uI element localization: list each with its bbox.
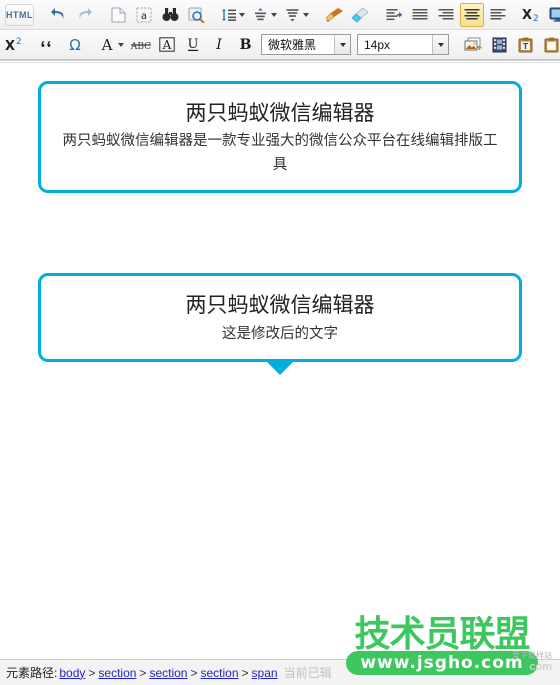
- toolbar-row-2: X2 Ω A ABC A U I B 微软雅黑 14px T: [0, 30, 560, 60]
- triangle-down-icon: [264, 358, 296, 375]
- underline-icon[interactable]: U: [181, 33, 205, 57]
- font-family-value: 微软雅黑: [268, 38, 317, 52]
- svg-text:a: a: [141, 11, 147, 22]
- breadcrumb-separator: >: [241, 665, 249, 680]
- chevron-down-icon[interactable]: [239, 12, 245, 17]
- breadcrumb-separator: >: [190, 665, 198, 680]
- svg-text:ABC: ABC: [130, 42, 151, 52]
- special-character-omega-icon[interactable]: Ω: [63, 33, 87, 57]
- breadcrumb-section-1[interactable]: section: [98, 666, 136, 680]
- paste-icon[interactable]: [539, 33, 560, 57]
- svg-text:U: U: [188, 37, 199, 52]
- italic-icon[interactable]: I: [207, 33, 231, 57]
- status-bar: 元素路径: body > section > section > section…: [0, 659, 560, 685]
- font-size-select[interactable]: 14px: [357, 34, 449, 55]
- paragraph-spacing-icon[interactable]: [250, 3, 280, 27]
- content-box-1[interactable]: 两只蚂蚁微信编辑器 两只蚂蚁微信编辑器是一款专业强大的微信公众平台在线编辑排版工…: [38, 81, 522, 194]
- svg-text:T: T: [522, 42, 528, 51]
- status-trailing-text: 当前已辑: [283, 666, 332, 680]
- toolbar: HTML a X 2 X 2 Ω A ABC A U I B 微软雅黑 14px…: [0, 0, 560, 61]
- clear-format-eraser-icon[interactable]: [348, 3, 372, 27]
- breadcrumb-separator: >: [139, 665, 147, 680]
- svg-text:2: 2: [16, 37, 22, 47]
- insert-image-icon[interactable]: [461, 33, 485, 57]
- font-family-select[interactable]: 微软雅黑: [261, 34, 351, 55]
- undo-icon[interactable]: [46, 3, 70, 27]
- svg-text:Ω: Ω: [69, 37, 80, 52]
- chevron-down-icon[interactable]: [303, 12, 309, 17]
- toolbar-row-1: HTML a X 2: [0, 0, 560, 30]
- content-box-1-description: 两只蚂蚁微信编辑器是一款专业强大的微信公众平台在线编辑排版工具: [62, 133, 498, 174]
- find-binoculars-icon[interactable]: [158, 3, 182, 27]
- content-box-1-title: 两只蚂蚁微信编辑器: [185, 101, 375, 125]
- insert-video-icon[interactable]: [487, 33, 511, 57]
- indent-increase-icon[interactable]: [382, 3, 406, 27]
- select-all-icon[interactable]: a: [132, 3, 156, 27]
- element-path-label: 元素路径:: [6, 666, 58, 680]
- svg-text:B: B: [239, 37, 251, 52]
- new-document-icon[interactable]: [106, 3, 130, 27]
- fullscreen-monitor-icon[interactable]: [546, 3, 560, 27]
- search-replace-icon[interactable]: [184, 3, 208, 27]
- svg-text:A: A: [101, 37, 113, 52]
- chevron-down-icon[interactable]: [271, 12, 277, 17]
- superscript-icon[interactable]: X2: [3, 33, 27, 57]
- svg-text:X: X: [5, 39, 15, 52]
- breadcrumb-span[interactable]: span: [252, 666, 278, 680]
- indent-spacing-icon[interactable]: [282, 3, 312, 27]
- paste-as-text-icon[interactable]: T: [513, 33, 537, 57]
- breadcrumb-separator: >: [88, 665, 96, 680]
- breadcrumb-section-2[interactable]: section: [149, 666, 187, 680]
- svg-text:I: I: [215, 37, 222, 52]
- breadcrumb-section-3[interactable]: section: [200, 666, 238, 680]
- line-height-icon[interactable]: [218, 3, 248, 27]
- align-center-icon[interactable]: [460, 2, 484, 27]
- bold-icon[interactable]: B: [233, 33, 257, 57]
- background-color-icon[interactable]: A: [155, 33, 179, 57]
- editor-content-area[interactable]: 两只蚂蚁微信编辑器 两只蚂蚁微信编辑器是一款专业强大的微信公众平台在线编辑排版工…: [0, 62, 560, 659]
- subscript-icon[interactable]: X2: [520, 3, 544, 27]
- editor-canvas[interactable]: 两只蚂蚁微信编辑器 两只蚂蚁微信编辑器是一款专业强大的微信公众平台在线编辑排版工…: [0, 63, 560, 375]
- align-left-icon[interactable]: [486, 3, 510, 27]
- align-justify-icon[interactable]: [408, 3, 432, 27]
- redo-icon[interactable]: [72, 3, 96, 27]
- html-source-button[interactable]: HTML: [5, 3, 34, 26]
- svg-text:2: 2: [533, 14, 539, 22]
- chevron-down-icon[interactable]: [118, 42, 124, 47]
- align-right-icon[interactable]: [434, 3, 458, 27]
- breadcrumb-body[interactable]: body: [59, 666, 85, 680]
- content-box-2-description: 这是修改后的文字: [222, 325, 338, 342]
- font-size-value: 14px: [364, 37, 391, 52]
- chevron-down-icon[interactable]: [432, 35, 448, 54]
- content-box-2-title: 两只蚂蚁微信编辑器: [185, 293, 375, 318]
- svg-text:X: X: [522, 8, 532, 22]
- blockquote-icon[interactable]: [37, 33, 61, 57]
- svg-text:A: A: [162, 38, 172, 52]
- font-color-icon[interactable]: A: [97, 33, 127, 57]
- chevron-down-icon[interactable]: [334, 35, 350, 54]
- format-brush-icon[interactable]: [322, 3, 346, 27]
- strikethrough-icon[interactable]: ABC: [129, 33, 153, 57]
- content-box-2[interactable]: 两只蚂蚁微信编辑器 这是修改后的文字: [38, 273, 522, 375]
